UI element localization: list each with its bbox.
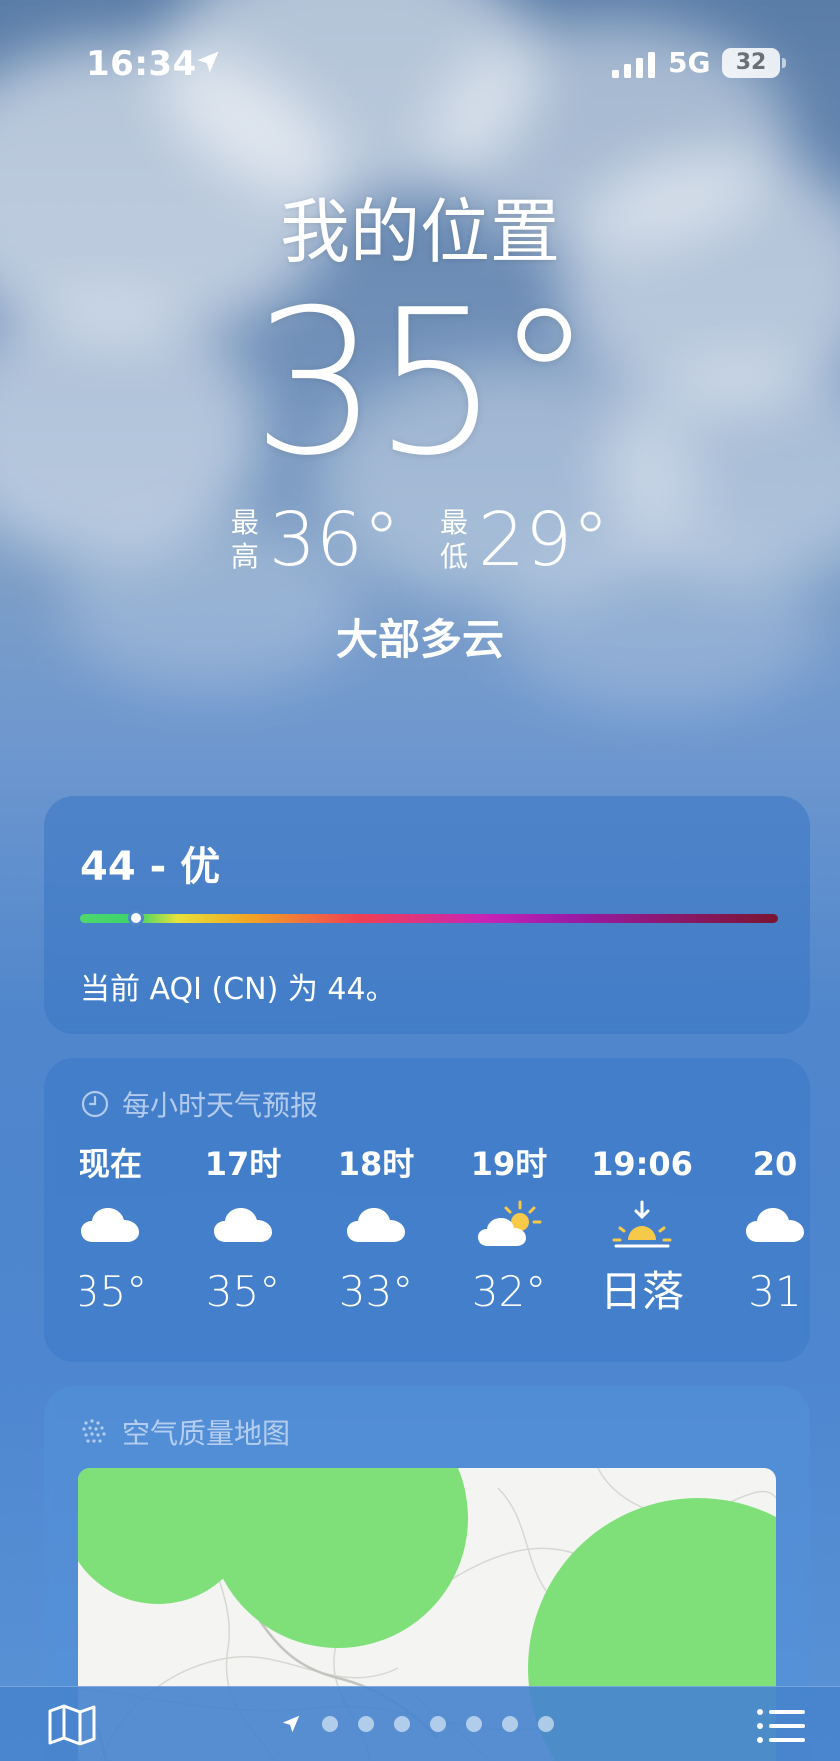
hourly-item: 现在 35°: [80, 1142, 170, 1320]
location-arrow-icon: [282, 1715, 300, 1733]
high-label: 最 高: [231, 506, 261, 574]
page-dot[interactable]: [430, 1716, 446, 1732]
hour-label: 19:06: [591, 1145, 693, 1183]
battery-cap: [782, 58, 786, 68]
hour-temperature: 33°: [338, 1267, 414, 1316]
page-dot[interactable]: [358, 1716, 374, 1732]
list-icon[interactable]: [756, 1707, 806, 1745]
low-label: 最 低: [440, 506, 470, 574]
partly-sunny-icon: [449, 1186, 569, 1264]
low-label-char-1: 最: [440, 506, 469, 539]
high-label-char-2: 高: [230, 540, 259, 573]
battery-indicator: 32: [722, 48, 780, 78]
hour-temperature: 日落: [599, 1267, 684, 1316]
cellular-signal-icon: [612, 52, 655, 78]
current-temperature: 35°: [251, 267, 595, 500]
status-bar: 16:34 5G 32: [0, 0, 840, 120]
air-quality-map-header: 空气质量地图: [80, 1412, 290, 1452]
hour-temperature: 31: [748, 1267, 802, 1316]
bottom-toolbar: [0, 1686, 840, 1761]
sunset-icon: [582, 1186, 702, 1264]
hour-label: 19时: [470, 1145, 548, 1183]
status-time: 16:34: [86, 44, 197, 84]
low-temperature: 最 低 29°: [440, 500, 609, 580]
weather-condition: 大部多云: [335, 615, 504, 664]
low-value: 29°: [478, 497, 610, 583]
aqi-scale-bar: [80, 914, 778, 923]
cloud-icon: [316, 1186, 436, 1264]
hourly-forecast-card[interactable]: 每小时天气预报 现在 35° 17时 35° 18时 33° 19时 32° 19:06 日落 20…: [44, 1058, 810, 1362]
hour-label: 18时: [337, 1145, 415, 1183]
hourly-forecast-strip[interactable]: 现在 35° 17时 35° 18时 33° 19时 32° 19:06 日落 20 31: [80, 1142, 810, 1342]
air-quality-icon: [82, 1419, 106, 1443]
hour-temperature: 32°: [471, 1267, 547, 1316]
page-dot[interactable]: [538, 1716, 554, 1732]
map-icon[interactable]: [46, 1703, 98, 1747]
page-indicator[interactable]: [280, 1713, 554, 1735]
hourly-forecast-title: 每小时天气预报: [122, 1089, 319, 1122]
cloud-icon: [183, 1186, 303, 1264]
cloud-icon: [80, 1186, 170, 1264]
hourly-item: 18时 33°: [316, 1142, 436, 1320]
aqi-card[interactable]: 44 - 优 当前 AQI (CN) 为 44。: [44, 796, 810, 1034]
page-dot[interactable]: [466, 1716, 482, 1732]
high-value: 36°: [268, 497, 400, 583]
hour-temperature: 35°: [80, 1267, 148, 1316]
aqi-indicator-dot: [127, 910, 144, 926]
high-temperature: 最 高 36°: [231, 500, 400, 580]
hour-temperature: 35°: [205, 1267, 281, 1316]
network-type: 5G: [668, 46, 711, 79]
page-dot[interactable]: [502, 1716, 518, 1732]
high-label-char-1: 最: [230, 506, 259, 539]
hourly-item: 20 31: [715, 1142, 810, 1320]
hourly-item: 19时 32°: [449, 1142, 569, 1320]
hour-label: 20: [752, 1145, 798, 1183]
page-dot[interactable]: [394, 1716, 410, 1732]
air-quality-map-title: 空气质量地图: [122, 1417, 291, 1450]
hourly-item: 19:06 日落: [582, 1142, 702, 1320]
location-title: 我的位置: [280, 191, 560, 273]
hourly-forecast-header: 每小时天气预报: [80, 1084, 318, 1124]
aqi-value: 44 - 优: [80, 844, 221, 890]
page-dot[interactable]: [322, 1716, 338, 1732]
hour-label: 现在: [80, 1145, 142, 1183]
low-label-char-2: 低: [440, 540, 469, 573]
high-low-temperature: 最 高 36° 最 低 29°: [0, 500, 840, 580]
hourly-item: 17时 35°: [183, 1142, 303, 1320]
hour-label: 17时: [204, 1145, 282, 1183]
location-services-icon: [197, 51, 219, 73]
aqi-description: 当前 AQI (CN) 为 44。: [80, 972, 396, 1007]
clock-icon: [81, 1090, 109, 1118]
cloud-icon: [715, 1186, 810, 1264]
